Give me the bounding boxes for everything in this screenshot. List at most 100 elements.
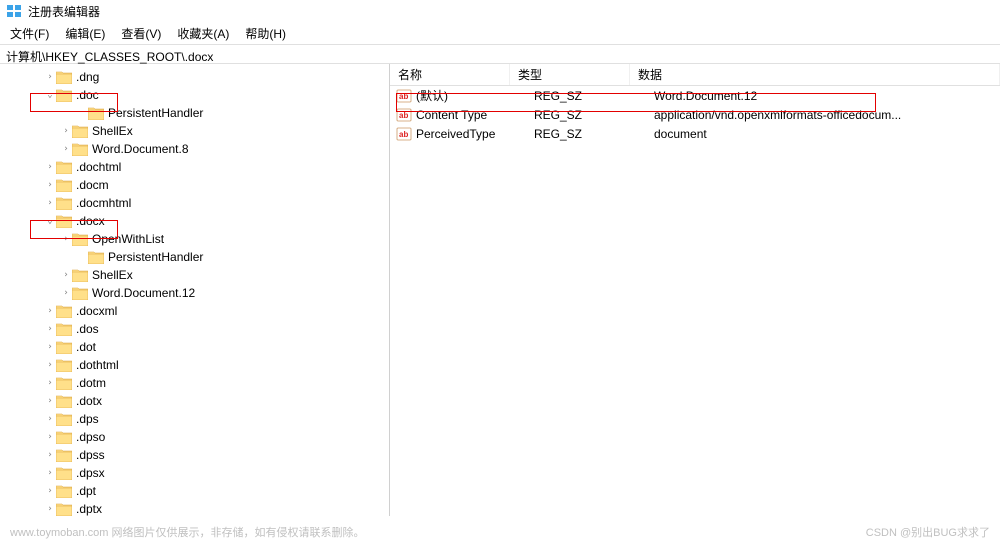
list-row[interactable]: abPerceivedTypeREG_SZdocument <box>390 124 1000 143</box>
folder-icon <box>56 89 72 102</box>
tree-item[interactable]: ⌄.doc <box>0 86 389 104</box>
chevron-right-icon[interactable]: › <box>44 396 56 406</box>
tree-label: .dpso <box>76 430 105 444</box>
tree-item[interactable]: › .dotm <box>0 374 389 392</box>
chevron-right-icon[interactable]: › <box>60 270 72 280</box>
tree-label: .docmhtml <box>76 196 131 210</box>
folder-icon <box>56 197 72 210</box>
header-data[interactable]: 数据 <box>630 64 1000 85</box>
tree-item[interactable]: ›.dothtml <box>0 356 389 374</box>
tree-item[interactable]: ›.dos <box>0 320 389 338</box>
tree-item[interactable]: › .dpss <box>0 446 389 464</box>
chevron-right-icon[interactable]: › <box>44 342 56 352</box>
list-header: 名称 类型 数据 <box>390 64 1000 86</box>
folder-icon <box>56 359 72 372</box>
tree-item[interactable]: › .dotx <box>0 392 389 410</box>
chevron-down-icon[interactable]: ⌄ <box>44 216 56 226</box>
tree-item[interactable]: ›ShellEx <box>0 122 389 140</box>
tree-item[interactable]: ›.dng <box>0 68 389 86</box>
tree-item[interactable]: › .dpso <box>0 428 389 446</box>
tree-label: Word.Document.8 <box>92 142 189 156</box>
chevron-right-icon[interactable]: › <box>44 198 56 208</box>
tree-item[interactable]: ›.docm <box>0 176 389 194</box>
menu-favorites[interactable]: 收藏夹(A) <box>173 23 233 44</box>
string-value-icon: ab <box>396 88 412 104</box>
menu-file[interactable]: 文件(F) <box>6 23 53 44</box>
svg-text:ab: ab <box>399 130 408 139</box>
list-row[interactable]: ab(默认)REG_SZWord.Document.12 <box>390 86 1000 105</box>
menu-edit[interactable]: 编辑(E) <box>61 23 109 44</box>
folder-icon <box>72 143 88 156</box>
chevron-right-icon[interactable]: › <box>44 432 56 442</box>
tree-panel[interactable]: ›.dng⌄.docPersistentHandler›ShellEx›Word… <box>0 64 390 516</box>
tree-item[interactable]: › ShellEx <box>0 266 389 284</box>
address-bar[interactable]: 计算机\HKEY_CLASSES_ROOT\.docx <box>0 44 1000 64</box>
tree-item[interactable]: ›.dpt <box>0 482 389 500</box>
chevron-right-icon[interactable]: › <box>44 360 56 370</box>
menu-view[interactable]: 查看(V) <box>117 23 165 44</box>
watermark-right: CSDN @别出BUG求求了 <box>866 524 990 540</box>
chevron-right-icon[interactable]: › <box>44 486 56 496</box>
list-row[interactable]: abContent TypeREG_SZapplication/vnd.open… <box>390 105 1000 124</box>
folder-icon <box>56 305 72 318</box>
tree-item[interactable]: › .dochtml <box>0 158 389 176</box>
chevron-right-icon[interactable]: › <box>44 414 56 424</box>
tree-item[interactable]: › .dot <box>0 338 389 356</box>
tree-item[interactable]: ›OpenWithList <box>0 230 389 248</box>
tree-label: PersistentHandler <box>108 106 203 120</box>
tree-label: .dot <box>76 340 96 354</box>
cell-name: (默认) <box>416 86 530 105</box>
cell-data: application/vnd.openxmlformats-officedoc… <box>650 107 1000 123</box>
tree-label: .dotx <box>76 394 102 408</box>
tree-item[interactable]: › .docxml <box>0 302 389 320</box>
title-bar: 注册表编辑器 <box>0 0 1000 22</box>
chevron-right-icon[interactable]: › <box>60 144 72 154</box>
chevron-right-icon[interactable]: › <box>60 126 72 136</box>
folder-icon <box>56 341 72 354</box>
chevron-right-icon[interactable]: › <box>44 306 56 316</box>
tree-label: .dpss <box>76 448 105 462</box>
folder-icon <box>56 395 72 408</box>
chevron-right-icon[interactable]: › <box>44 324 56 334</box>
chevron-right-icon[interactable]: › <box>44 504 56 514</box>
folder-icon <box>56 215 72 228</box>
tree-item[interactable]: PersistentHandler <box>0 248 389 266</box>
chevron-right-icon[interactable]: › <box>44 180 56 190</box>
list-body: ab(默认)REG_SZWord.Document.12abContent Ty… <box>390 86 1000 143</box>
tree-item[interactable]: › .dps <box>0 410 389 428</box>
header-name[interactable]: 名称 <box>390 64 510 85</box>
main-area: ›.dng⌄.docPersistentHandler›ShellEx›Word… <box>0 64 1000 516</box>
tree-item[interactable]: ›Word.Document.12 <box>0 284 389 302</box>
chevron-right-icon[interactable]: › <box>44 162 56 172</box>
header-type[interactable]: 类型 <box>510 64 630 85</box>
tree-item[interactable]: ›.dptx <box>0 500 389 516</box>
chevron-down-icon[interactable]: ⌄ <box>44 90 56 100</box>
tree-label: .dochtml <box>76 160 121 174</box>
tree-label: .docxml <box>76 304 117 318</box>
tree-item[interactable]: › .dpsx <box>0 464 389 482</box>
tree-item[interactable]: › .docmhtml <box>0 194 389 212</box>
window-title: 注册表编辑器 <box>28 3 100 20</box>
watermark-left: www.toymoban.com 网络图片仅供展示，非存储，如有侵权请联系删除。 <box>10 524 364 540</box>
folder-icon <box>56 377 72 390</box>
chevron-right-icon[interactable]: › <box>60 234 72 244</box>
menu-help[interactable]: 帮助(H) <box>241 23 290 44</box>
folder-icon <box>56 503 72 516</box>
string-value-icon: ab <box>396 126 412 142</box>
tree-label: .dotm <box>76 376 106 390</box>
cell-type: REG_SZ <box>530 126 650 142</box>
cell-name: Content Type <box>416 107 530 123</box>
svg-text:ab: ab <box>399 111 408 120</box>
chevron-right-icon[interactable]: › <box>44 450 56 460</box>
chevron-right-icon[interactable]: › <box>44 378 56 388</box>
list-panel[interactable]: 名称 类型 数据 ab(默认)REG_SZWord.Document.12abC… <box>390 64 1000 516</box>
tree-label: .dps <box>76 412 99 426</box>
tree-item[interactable]: ⌄.docx <box>0 212 389 230</box>
tree-item[interactable]: › Word.Document.8 <box>0 140 389 158</box>
tree-label: ShellEx <box>92 268 133 282</box>
chevron-right-icon[interactable]: › <box>60 288 72 298</box>
tree-label: .dpsx <box>76 466 105 480</box>
chevron-right-icon[interactable]: › <box>44 468 56 478</box>
tree-item[interactable]: PersistentHandler <box>0 104 389 122</box>
chevron-right-icon[interactable]: › <box>44 72 56 82</box>
